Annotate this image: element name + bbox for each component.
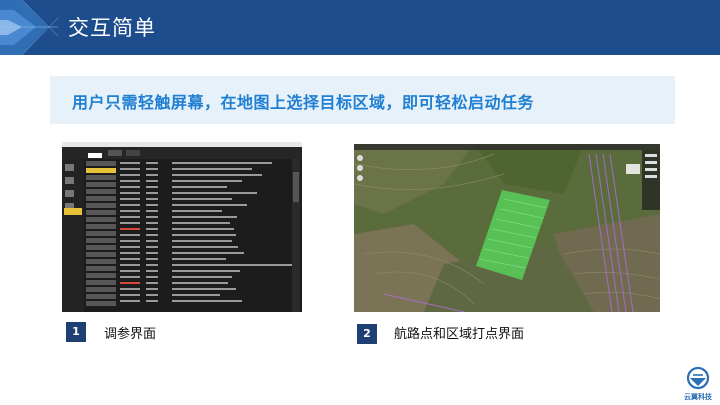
summary-banner: 用户只需轻触屏幕，在地图上选择目标区域，即可轻松启动任务: [50, 76, 675, 124]
company-logo-text: 云翼科技: [684, 393, 712, 401]
header-bar: 交互简单: [0, 0, 720, 55]
banner-text: 用户只需轻触屏幕，在地图上选择目标区域，即可轻松启动任务: [72, 93, 535, 112]
waypoint-area-caption: 航路点和区域打点界面: [394, 327, 525, 342]
item-number-badge: 1: [66, 322, 86, 342]
parameter-tuning-caption: 调参界面: [104, 327, 157, 342]
waypoint-area-map-screenshot: [354, 144, 660, 312]
parameter-tuning-screenshot: [62, 142, 302, 312]
header-accent-icon: [0, 0, 58, 55]
satellite-map-image: [354, 144, 660, 312]
page-title: 交互简单: [68, 16, 156, 40]
item-number-badge: 2: [357, 324, 377, 344]
parameter-tuning-image: [62, 142, 302, 312]
